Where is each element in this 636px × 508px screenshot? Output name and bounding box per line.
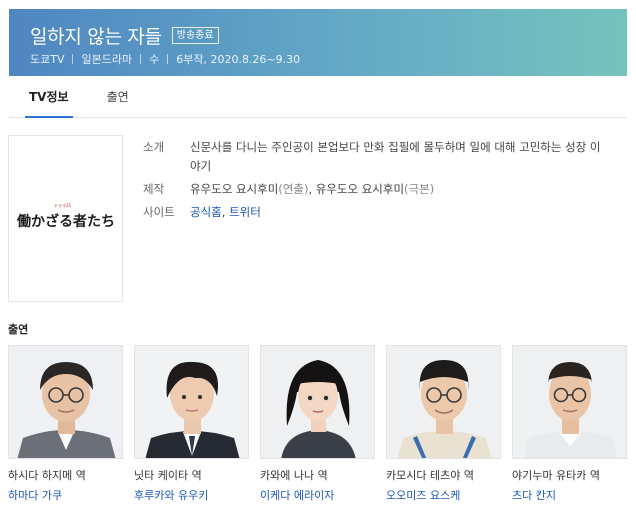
meta-divider (167, 54, 169, 64)
cast-card[interactable]: 닛타 케이타 역 후루카와 유우키 (134, 345, 249, 503)
director-name: 유우도오 요시후미 (190, 182, 279, 196)
cast-actor-link[interactable]: 하마다 가쿠 (8, 487, 123, 503)
meta-channel: 도쿄TV (30, 53, 65, 66)
cast-list: 하시다 하지메 역 하마다 가쿠 닛타 케이타 역 후루카와 유우키 카와에 나… (8, 345, 628, 505)
cast-card[interactable]: 야기누마 유타카 역 츠다 칸지 (512, 345, 627, 503)
site-links: 공식홈, 트위터 (190, 203, 610, 222)
writer-name: 유우도오 요시후미 (315, 182, 405, 196)
meta-airday: 수 (149, 53, 160, 66)
poster-image[interactable]: ドラマ25 働かざる者たち (8, 135, 123, 302)
production-credits: 유우도오 요시후미(연출), 유우도오 요시후미(극본) (190, 180, 610, 199)
production-separator: , (308, 182, 316, 196)
tab-bar: TV정보 출연 (9, 76, 627, 118)
cast-card[interactable]: 카와에 나나 역 이케다 에라이자 (260, 345, 375, 503)
tab-tv-info[interactable]: TV정보 (25, 76, 73, 118)
cast-photo[interactable] (512, 345, 627, 459)
cast-actor-link[interactable]: 오오미즈 요스케 (386, 487, 501, 503)
meta-divider (140, 54, 142, 64)
twitter-link[interactable]: 트위터 (229, 205, 261, 219)
cast-role: 하시다 하지메 역 (8, 469, 86, 482)
info-row-site: 사이트 공식홈, 트위터 (143, 203, 623, 222)
program-info: 소개 신문사를 다니는 주인공이 본업보다 만화 집필에 몰두하며 일에 대해 … (143, 138, 623, 226)
site-separator: , (221, 205, 230, 219)
synopsis-text: 신문사를 다니는 주인공이 본업보다 만화 집필에 몰두하며 일에 대해 고민하… (190, 140, 601, 173)
cast-photo[interactable] (260, 345, 375, 459)
tab-cast[interactable]: 출연 (103, 76, 133, 118)
drama-logo-text: 働かざる者たち (17, 213, 115, 230)
cast-actor-link[interactable]: 이케다 에라이자 (260, 487, 375, 503)
production-label: 제작 (143, 182, 165, 196)
person-portrait-icon (9, 346, 122, 458)
person-portrait-icon (135, 346, 248, 458)
cast-actor-link[interactable]: 후루카와 유우키 (134, 487, 249, 503)
broadcast-status-badge: 방송종료 (171, 27, 219, 44)
cast-role: 야기누마 유타카 역 (512, 469, 600, 482)
person-portrait-icon (261, 346, 374, 458)
meta-episodes-dates: 6부작, 2020.8.26~9.30 (176, 53, 301, 66)
person-portrait-icon (513, 346, 626, 458)
program-header: 일하지 않는 자들 방송종료 도쿄TV 일본드라마 수 6부작, 2020.8.… (9, 9, 627, 76)
info-row-synopsis: 소개 신문사를 다니는 주인공이 본업보다 만화 집필에 몰두하며 일에 대해 … (143, 138, 623, 176)
director-role: (연출) (278, 182, 309, 196)
meta-genre: 일본드라마 (81, 53, 133, 66)
drama-logo: 働かざる者たち (17, 213, 115, 230)
cast-card[interactable]: 카모시다 테츠야 역 오오미즈 요스케 (386, 345, 501, 503)
official-site-link[interactable]: 공식홈 (190, 205, 222, 219)
cast-role: 닛타 케이타 역 (134, 469, 202, 482)
cast-section-title: 출연 (8, 323, 29, 336)
cast-actor-link[interactable]: 츠다 칸지 (512, 487, 627, 503)
cast-photo[interactable] (8, 345, 123, 459)
cast-role: 카모시다 테츠야 역 (386, 469, 474, 482)
site-label: 사이트 (143, 205, 175, 219)
info-row-production: 제작 유우도오 요시후미(연출), 유우도오 요시후미(극본) (143, 180, 623, 199)
program-meta: 도쿄TV 일본드라마 수 6부작, 2020.8.26~9.30 (30, 51, 300, 67)
cast-photo[interactable] (386, 345, 501, 459)
cast-card[interactable]: 하시다 하지메 역 하마다 가쿠 (8, 345, 123, 503)
writer-role: (극본) (404, 182, 435, 196)
program-title: 일하지 않는 자들 (30, 26, 162, 48)
synopsis-label: 소개 (143, 140, 165, 154)
person-portrait-icon (387, 346, 500, 458)
title-row: 일하지 않는 자들 방송종료 (30, 22, 219, 49)
cast-photo[interactable] (134, 345, 249, 459)
cast-role: 카와에 나나 역 (260, 469, 328, 482)
meta-divider (72, 54, 74, 64)
